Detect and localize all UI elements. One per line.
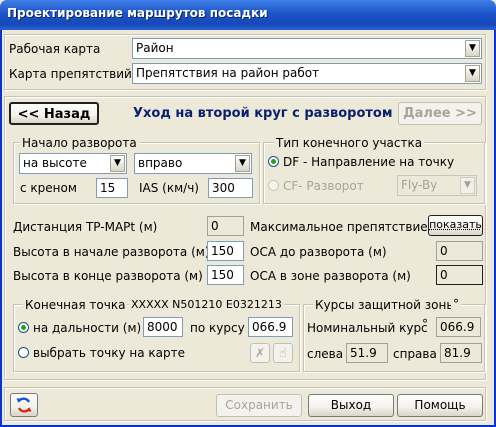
turn-direction-select[interactable]: вправо ▼ xyxy=(134,153,252,174)
exit-button-label: Выход xyxy=(330,398,372,412)
exit-button[interactable]: Выход xyxy=(308,394,394,417)
endpoint-title: Конечная точка xyxy=(23,298,128,312)
left-label: слева xyxy=(307,347,344,361)
title-bar[interactable]: Проектирование маршрутов посадки xyxy=(0,0,496,30)
obstacle-map-select[interactable]: Препятствия на район работ ▼ xyxy=(132,63,482,84)
clear-point-button[interactable]: ✗ xyxy=(250,343,270,363)
tr-distance-value: 0 xyxy=(207,216,244,236)
refresh-button[interactable] xyxy=(10,393,38,417)
turn-direction-value: вправо xyxy=(138,156,183,170)
show-button-label: показать xyxy=(429,218,482,231)
help-button[interactable]: Помощь xyxy=(397,394,483,417)
work-map-value: Район xyxy=(136,41,174,55)
pick-point-button[interactable]: ☝ xyxy=(273,343,293,363)
distance-label: на дальности (м) xyxy=(33,321,142,335)
courses-degree: ° xyxy=(451,297,461,311)
hand-icon: ☝ xyxy=(279,346,287,360)
back-button-label: << Назад xyxy=(17,107,91,122)
pick-point-label: выбрать точку на карте xyxy=(33,346,185,360)
chevron-down-icon[interactable]: ▼ xyxy=(465,65,480,82)
turn-start-title: Начало разворота xyxy=(20,136,139,150)
h-start-label: Высота в начале разворота (м) xyxy=(13,245,210,259)
course-input[interactable]: 066.9 xyxy=(248,317,293,337)
nominal-course-value: 066.9 xyxy=(436,317,481,337)
pick-point-radio[interactable] xyxy=(18,347,29,358)
chevron-down-icon[interactable]: ▼ xyxy=(110,155,125,172)
flyby-value: Fly-By xyxy=(401,178,438,192)
df-label: DF - Направление на точку xyxy=(283,155,455,169)
oca-zone-value: 0 xyxy=(436,265,483,285)
h-end-input[interactable]: 150 xyxy=(207,265,244,285)
oca-before-value: 0 xyxy=(436,241,483,261)
nominal-course-label: Номинальный курс xyxy=(307,321,428,335)
refresh-icon xyxy=(16,397,32,413)
back-button[interactable]: << Назад xyxy=(9,102,99,125)
ias-label: IAS (км/ч) xyxy=(139,181,199,195)
erase-icon: ✗ xyxy=(254,346,266,360)
obstacle-map-label: Карта препятствий xyxy=(9,67,132,81)
df-radio[interactable] xyxy=(268,156,279,167)
save-button-label: Сохранить xyxy=(225,398,293,412)
next-button[interactable]: Далее >> xyxy=(398,102,482,125)
h-end-label: Высота в конце разворота (м) xyxy=(13,269,203,283)
distance-input[interactable]: 8000 xyxy=(143,317,183,337)
final-segment-title: Тип конечного участка xyxy=(274,136,425,150)
distance-radio[interactable] xyxy=(18,322,29,333)
obstacle-map-value: Препятствия на район работ xyxy=(136,66,320,80)
chevron-down-icon[interactable]: ▼ xyxy=(235,155,250,172)
help-button-label: Помощь xyxy=(414,398,466,412)
next-button-label: Далее >> xyxy=(403,106,477,121)
nominal-degree: ° xyxy=(422,317,428,331)
cf-radio[interactable] xyxy=(268,180,279,191)
courses-title: Курсы защитной зоны xyxy=(313,298,458,312)
show-button[interactable]: показать xyxy=(428,215,483,236)
oca-zone-label: ОСА в зоне разворота (м) xyxy=(250,269,411,283)
course-label: по курсу xyxy=(190,321,245,335)
tr-distance-label: Дистанция TP-MAPt (м) xyxy=(13,220,158,234)
right-value: 81.9 xyxy=(440,343,482,363)
right-label: справа xyxy=(393,347,437,361)
window-title: Проектирование маршрутов посадки xyxy=(7,6,268,20)
cf-label: CF- Разворот xyxy=(283,179,364,193)
endpoint-coords: XXXXX N501210 E0321213 xyxy=(129,298,284,312)
max-obstacle-label: Максимальное препятствие xyxy=(250,220,428,234)
work-map-label: Рабочая карта xyxy=(9,42,101,56)
bank-input[interactable]: 15 xyxy=(96,178,128,198)
chevron-down-icon[interactable]: ▼ xyxy=(465,40,480,57)
work-map-select[interactable]: Район ▼ xyxy=(132,38,482,59)
left-value: 51.9 xyxy=(346,343,388,363)
save-button[interactable]: Сохранить xyxy=(216,394,302,417)
h-start-input[interactable]: 150 xyxy=(207,241,244,261)
flyby-select[interactable]: Fly-By ▼ xyxy=(397,175,477,196)
step-heading: Уход на второй круг с разворотом xyxy=(133,106,393,121)
turn-mode-select[interactable]: на высоте ▼ xyxy=(19,153,127,174)
chevron-down-icon[interactable]: ▼ xyxy=(460,177,475,194)
bank-label: с креном xyxy=(20,181,77,195)
oca-before-label: ОСА до разворота (м) xyxy=(250,245,387,259)
ias-input[interactable]: 300 xyxy=(208,178,253,198)
turn-mode-value: на высоте xyxy=(23,156,87,170)
